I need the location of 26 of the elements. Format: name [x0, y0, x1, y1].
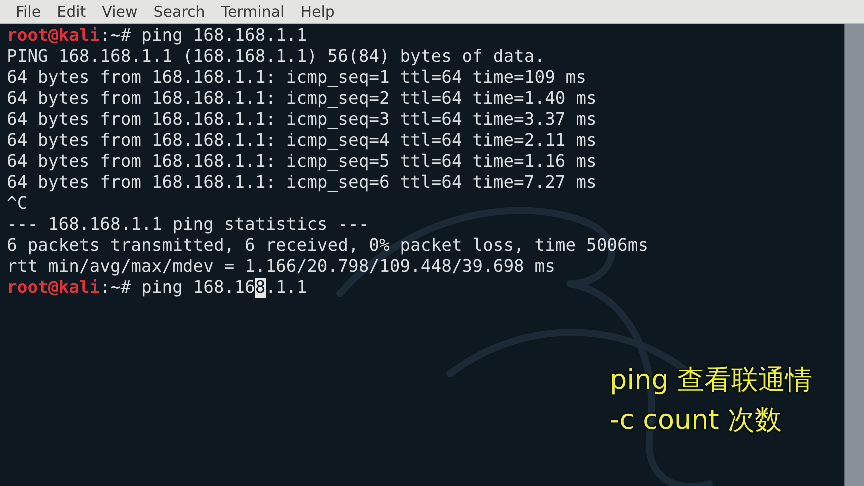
output-line: 64 bytes from 168.168.1.1: icmp_seq=2 ttl=64 time=1.40 ms — [7, 89, 597, 110]
output-line: 64 bytes from 168.168.1.1: icmp_seq=1 ttl=64 time=109 ms — [7, 68, 586, 89]
menu-item[interactable]: File — [8, 2, 50, 20]
scrollbar[interactable] — [844, 24, 864, 486]
command-text: ping 168.168.1.1 — [142, 26, 308, 46]
output-line: 64 bytes from 168.168.1.1: icmp_seq=6 ttl=64 time=7.27 ms — [7, 173, 597, 194]
video-caption: ping 查看联通情 — [610, 364, 812, 398]
menu-item[interactable]: Terminal — [213, 2, 293, 20]
output-line: ^C — [7, 194, 28, 215]
output-line: 6 packets transmitted, 6 received, 0% packet loss, time 5006ms — [7, 236, 649, 257]
video-caption: -c count 次数 — [610, 404, 783, 438]
prompt-user-host: root@kali — [7, 278, 100, 298]
prompt-path: :~# — [100, 26, 132, 46]
output-line: --- 168.168.1.1 ping statistics --- — [7, 215, 370, 236]
prompt-user-host: root@kali — [7, 26, 100, 46]
output-line: PING 168.168.1.1 (168.168.1.1) 56(84) bytes of data. — [7, 47, 546, 68]
output-line: 64 bytes from 168.168.1.1: icmp_seq=5 ttl=64 time=1.16 ms — [7, 152, 597, 173]
prompt-path: :~# — [100, 278, 132, 298]
output-line: rtt min/avg/max/mdev = 1.166/20.798/109.448/39.698 ms — [7, 257, 556, 278]
menu-item[interactable]: View — [94, 2, 146, 20]
output-line: 64 bytes from 168.168.1.1: icmp_seq=3 ttl=64 time=3.37 ms — [7, 110, 597, 131]
output-line: 64 bytes from 168.168.1.1: icmp_seq=4 ttl=64 time=2.11 ms — [7, 131, 597, 152]
menu-item[interactable]: Search — [146, 2, 214, 20]
menu-item[interactable]: Edit — [49, 2, 94, 20]
menu-item[interactable]: Help — [292, 2, 343, 20]
command-text: ping 168.168.1.1 — [142, 278, 308, 298]
